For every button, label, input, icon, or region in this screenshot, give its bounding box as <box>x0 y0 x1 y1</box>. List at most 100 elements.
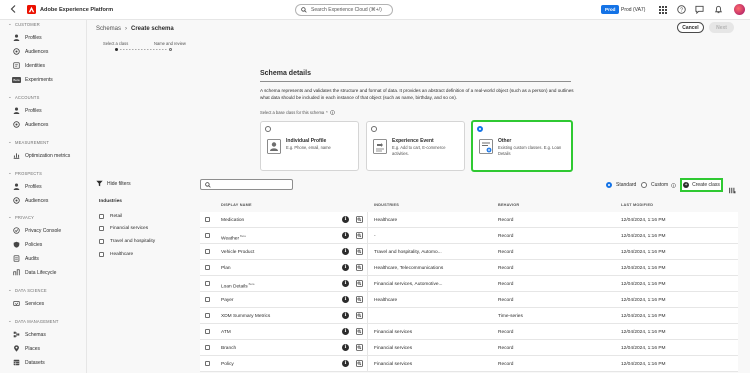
checkbox[interactable] <box>99 239 104 244</box>
hide-filters-button[interactable]: Hide filters <box>96 180 131 187</box>
preview-icon[interactable] <box>356 328 363 335</box>
preview-icon[interactable] <box>356 360 363 367</box>
nav-item-privacy-console[interactable]: Privacy Console <box>13 227 61 234</box>
nav-item-prospect-audiences[interactable]: Audiences <box>13 197 48 204</box>
checkbox[interactable] <box>99 226 104 231</box>
info-icon[interactable]: i <box>342 248 349 255</box>
table-row[interactable]: Payer i Healthcare Record 12/04/2024, 1:16 P… <box>200 292 738 308</box>
class-card-other[interactable]: Other Existing custom classes. E.g. Loan… <box>471 120 573 172</box>
preview-icon[interactable] <box>356 312 363 319</box>
column-header-industries[interactable]: INDUSTRIES <box>374 203 399 207</box>
radio-selected[interactable] <box>606 182 612 188</box>
table-row[interactable]: Branch i Financial services Record 12/04/202… <box>200 340 738 356</box>
nav-section-data-science[interactable]: ⌄ DATA SCIENCE <box>8 287 47 293</box>
nav-section-accounts[interactable]: ⌄ ACCOUNTS <box>8 94 40 100</box>
class-card-experience-event[interactable]: Experience Event E.g. Add to cart, E-com… <box>366 121 465 171</box>
filter-option-retail[interactable]: Retail <box>99 214 122 219</box>
environment-badge[interactable]: Prod <box>601 5 620 14</box>
preview-icon[interactable] <box>356 232 363 239</box>
filter-option-healthcare[interactable]: Healthcare <box>99 252 133 257</box>
create-class-button[interactable]: + Create class <box>680 178 723 192</box>
filter-custom-radio[interactable]: Custom <box>641 182 677 188</box>
info-icon[interactable]: i <box>342 216 349 223</box>
nav-item-schemas[interactable]: Schemas <box>13 331 46 338</box>
table-row[interactable]: Policy i Financial services Record 12/04/202… <box>200 356 738 372</box>
preview-icon[interactable] <box>356 248 363 255</box>
row-checkbox[interactable] <box>205 233 210 238</box>
info-icon[interactable]: i <box>342 232 349 239</box>
class-search-input[interactable] <box>200 179 293 190</box>
row-checkbox[interactable] <box>205 313 210 318</box>
class-radio-experience-event[interactable] <box>371 126 377 132</box>
feedback-icon[interactable] <box>695 5 704 14</box>
nav-item-services[interactable]: Services <box>13 300 44 307</box>
preview-icon[interactable] <box>356 264 363 271</box>
column-header-display-name[interactable]: DISPLAY NAME <box>221 203 252 207</box>
table-row[interactable]: ATM i Financial services Record 12/04/2024, … <box>200 324 738 340</box>
help-icon[interactable]: ? <box>677 5 686 14</box>
info-icon[interactable]: i <box>342 344 349 351</box>
filter-option-travel-hospitality[interactable]: Travel and hospitality <box>99 239 155 244</box>
back-chevron-icon[interactable] <box>7 4 19 15</box>
info-icon[interactable]: i <box>342 296 349 303</box>
global-search-input[interactable]: Search Experience Cloud (⌘+/) <box>295 4 393 16</box>
checkbox[interactable] <box>99 252 104 257</box>
filter-standard-radio[interactable]: Standard <box>606 182 636 188</box>
table-row[interactable]: Medication i Healthcare Record 12/04/2024, 1… <box>200 212 738 228</box>
radio[interactable] <box>641 182 647 188</box>
nav-section-measurement[interactable]: ⌄ MEASUREMENT <box>8 139 49 145</box>
row-checkbox[interactable] <box>205 217 210 222</box>
class-radio-individual-profile[interactable] <box>265 126 271 132</box>
nav-item-audiences[interactable]: Audiences <box>13 48 48 55</box>
sandbox-switcher[interactable]: Prod (VA7) <box>621 5 645 14</box>
column-header-last-modified[interactable]: LAST MODIFIED <box>621 203 653 207</box>
row-checkbox[interactable] <box>205 361 210 366</box>
nav-section-privacy[interactable]: ⌄ PRIVACY <box>8 214 34 220</box>
nav-item-profiles[interactable]: Profiles <box>13 34 42 41</box>
column-settings-icon[interactable] <box>729 181 736 194</box>
filter-option-financial-services[interactable]: Financial services <box>99 226 148 231</box>
nav-item-places[interactable]: Places <box>13 345 40 352</box>
info-icon[interactable]: i <box>342 328 349 335</box>
row-checkbox[interactable] <box>205 265 210 270</box>
preview-icon[interactable] <box>356 296 363 303</box>
class-radio-other[interactable] <box>477 126 483 132</box>
nav-item-experiments[interactable]: Beta Experiments <box>12 76 53 83</box>
checkbox[interactable] <box>99 214 104 219</box>
info-icon[interactable] <box>329 110 335 115</box>
breadcrumb-schemas-link[interactable]: Schemas <box>96 26 121 32</box>
table-row[interactable]: Plan i Healthcare, Telecommunications Recor… <box>200 260 738 276</box>
nav-item-policies[interactable]: Policies <box>13 241 42 248</box>
table-row[interactable]: WeatherBeta i - Record 12/04/2024, 1:16 PM <box>200 228 738 244</box>
row-checkbox[interactable] <box>205 297 210 302</box>
nav-item-account-audiences[interactable]: Audiences <box>13 121 48 128</box>
row-checkbox[interactable] <box>205 329 210 334</box>
nav-item-data-lifecycle[interactable]: Data Lifecycle <box>13 269 56 276</box>
table-row[interactable]: XDM Summary Metrics i Time-series 12/04/202… <box>200 308 738 324</box>
class-card-individual-profile[interactable]: Individual Profile E.g. Phone, email, na… <box>260 121 359 171</box>
app-grid-icon[interactable] <box>658 5 667 14</box>
nav-section-customer[interactable]: ⌄ CUSTOMER <box>8 21 40 27</box>
info-icon[interactable]: i <box>342 264 349 271</box>
column-header-behavior[interactable]: BEHAVIOR <box>498 203 519 207</box>
nav-section-prospects[interactable]: ⌄ PROSPECTS <box>8 170 42 176</box>
user-avatar[interactable] <box>734 4 745 15</box>
row-checkbox[interactable] <box>205 345 210 350</box>
nav-item-prospect-profiles[interactable]: Profiles <box>13 183 42 190</box>
row-checkbox[interactable] <box>205 249 210 254</box>
cancel-button[interactable]: Cancel <box>677 22 704 33</box>
table-row[interactable]: Vehicle Product i Travel and hospitality, … <box>200 244 738 260</box>
table-row[interactable]: Loan DetailsBeta i Financial services, Aut… <box>200 276 738 292</box>
preview-icon[interactable] <box>356 344 363 351</box>
info-icon[interactable]: i <box>342 312 349 319</box>
nav-item-account-profiles[interactable]: Profiles <box>13 107 42 114</box>
info-icon[interactable] <box>671 182 677 188</box>
preview-icon[interactable] <box>356 216 363 223</box>
nav-section-data-management[interactable]: ⌄ DATA MANAGEMENT <box>8 318 59 324</box>
info-icon[interactable]: i <box>342 360 349 367</box>
next-button[interactable]: Next <box>709 22 734 33</box>
nav-item-identities[interactable]: Identities <box>13 62 45 69</box>
nav-item-audits[interactable]: Audits <box>13 255 39 262</box>
nav-item-optimization-metrics[interactable]: Optimization metrics <box>13 152 70 159</box>
nav-item-datasets[interactable]: Datasets <box>13 359 45 366</box>
